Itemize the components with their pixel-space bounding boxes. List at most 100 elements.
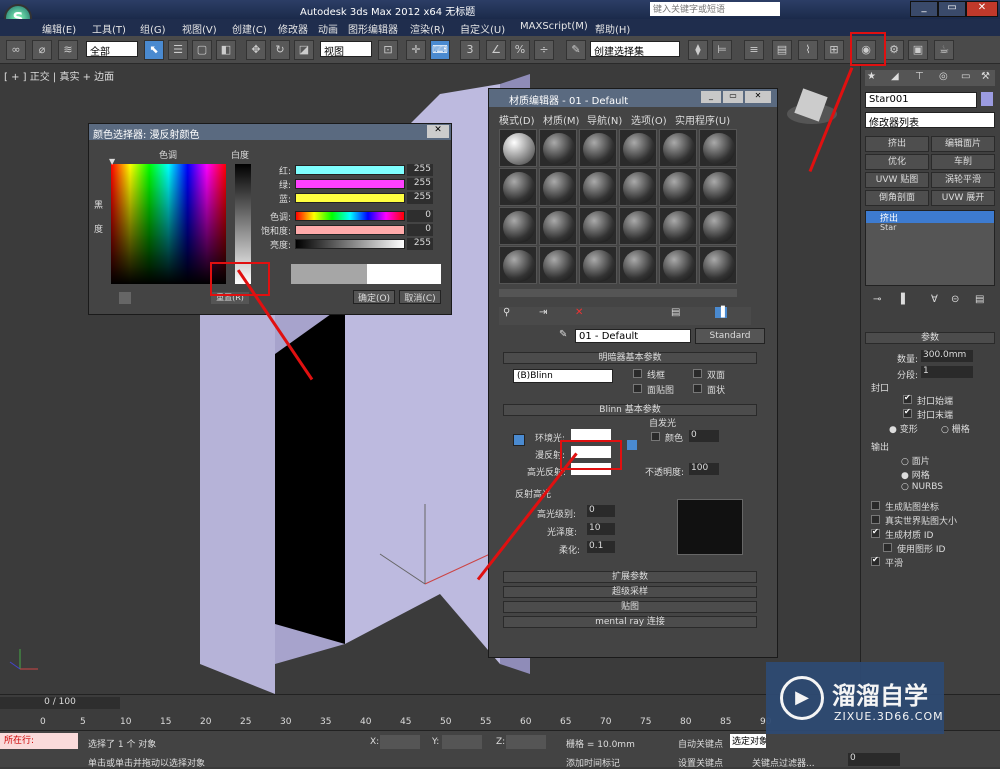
show-end-result-icon[interactable]: ▌ bbox=[901, 294, 909, 305]
output-patch-radio[interactable]: ○ 面片 bbox=[901, 454, 930, 467]
motion-tab-icon[interactable]: ◎ bbox=[939, 71, 948, 82]
modifier-edit-patch-button[interactable]: 编辑面片 bbox=[931, 136, 995, 152]
modifier-lathe-button[interactable]: 车削 bbox=[931, 154, 995, 170]
object-color-swatch[interactable] bbox=[981, 92, 993, 106]
select-manipulate-icon[interactable]: ✛ bbox=[406, 40, 426, 60]
set-key-label[interactable]: 设置关键点 bbox=[678, 756, 723, 769]
spinner-snap-icon[interactable]: ÷ bbox=[534, 40, 554, 60]
menu-edit[interactable]: 编辑(E) bbox=[42, 21, 76, 36]
menu-animation[interactable]: 动画 bbox=[318, 21, 338, 36]
material-sample-slot[interactable] bbox=[699, 207, 737, 245]
menu-rendering[interactable]: 渲染(R) bbox=[410, 21, 445, 36]
blinn-rollout-header[interactable]: Blinn 基本参数 bbox=[503, 404, 757, 416]
use-shape-id-checkbox[interactable] bbox=[883, 543, 892, 552]
display-tab-icon[interactable]: ▭ bbox=[961, 71, 970, 82]
menu-views[interactable]: 视图(V) bbox=[182, 21, 217, 36]
make-unique-icon[interactable]: ∀ bbox=[931, 294, 938, 305]
material-sample-slot[interactable] bbox=[659, 168, 697, 206]
material-sample-slot[interactable] bbox=[539, 168, 577, 206]
modify-tab-icon[interactable]: ◢ bbox=[891, 71, 899, 82]
rollout-mental-ray[interactable]: mental ray 连接 bbox=[503, 616, 757, 628]
modifier-extrude-button[interactable]: 挤出 bbox=[865, 136, 929, 152]
material-sample-slot[interactable] bbox=[619, 246, 657, 284]
menu-group[interactable]: 组(G) bbox=[140, 21, 166, 36]
material-sample-slot[interactable] bbox=[619, 129, 657, 167]
hierarchy-tab-icon[interactable]: ⊤ bbox=[915, 71, 924, 82]
viewport-label[interactable]: [ + ] 正交 | 真实 + 边面 bbox=[4, 68, 114, 83]
real-world-checkbox[interactable] bbox=[871, 515, 880, 524]
hue-marker-icon[interactable]: ▼ bbox=[109, 157, 115, 166]
segments-spinner[interactable]: 1 bbox=[921, 366, 973, 378]
color-dialog-close-button[interactable]: ✕ bbox=[427, 125, 449, 138]
material-sample-slot[interactable] bbox=[499, 246, 537, 284]
menu-graph-editors[interactable]: 图形编辑器 bbox=[348, 21, 398, 36]
cancel-button[interactable]: 取消(C) bbox=[399, 290, 441, 304]
material-sample-slot[interactable] bbox=[579, 168, 617, 206]
curve-editor-icon[interactable]: ⌇ bbox=[798, 40, 818, 60]
search-input[interactable]: 键入关键字或短语 bbox=[650, 2, 780, 16]
me-menu-options[interactable]: 选项(O) bbox=[631, 112, 667, 127]
show-end-result-icon[interactable]: ▐ bbox=[715, 307, 727, 318]
me-menu-material[interactable]: 材质(M) bbox=[543, 112, 579, 127]
select-by-name-icon[interactable]: ☰ bbox=[168, 40, 188, 60]
me-menu-utilities[interactable]: 实用程序(U) bbox=[675, 112, 730, 127]
graphite-tools-icon[interactable]: ▤ bbox=[772, 40, 792, 60]
utilities-tab-icon[interactable]: ⚒ bbox=[981, 71, 990, 82]
hue-value[interactable]: 0 bbox=[407, 210, 433, 222]
wire-checkbox[interactable] bbox=[633, 369, 642, 378]
snaps-toggle-icon[interactable]: 3 bbox=[460, 40, 480, 60]
diffuse-map-button[interactable] bbox=[627, 440, 637, 450]
rendered-frame-icon[interactable]: ▣ bbox=[908, 40, 928, 60]
object-name-field[interactable]: Star001 bbox=[865, 92, 977, 108]
bind-space-warp-icon[interactable]: ≋ bbox=[58, 40, 78, 60]
menu-customize[interactable]: 自定义(U) bbox=[460, 21, 505, 36]
material-sample-slot[interactable] bbox=[499, 207, 537, 245]
modifier-bevel-profile-button[interactable]: 倒角剖面 bbox=[865, 190, 929, 206]
configure-sets-icon[interactable]: ▤ bbox=[975, 294, 984, 305]
output-mesh-radio[interactable]: ● 网格 bbox=[901, 468, 930, 481]
slots-scrollbar[interactable] bbox=[499, 289, 737, 297]
stack-item-star[interactable]: Star bbox=[866, 223, 994, 235]
material-editor-maximize-button[interactable]: ▭ bbox=[723, 91, 743, 103]
material-sample-slot[interactable] bbox=[699, 246, 737, 284]
amount-spinner[interactable]: 300.0mm bbox=[921, 350, 973, 362]
close-button[interactable]: ✕ bbox=[966, 1, 998, 17]
maxscript-listener[interactable]: 所在行: bbox=[0, 733, 78, 749]
red-value[interactable]: 255 bbox=[407, 164, 433, 176]
self-illum-color-checkbox[interactable] bbox=[651, 432, 660, 441]
hue-slider[interactable] bbox=[295, 211, 405, 221]
schematic-view-icon[interactable]: ⊞ bbox=[824, 40, 844, 60]
y-coord-field[interactable] bbox=[442, 735, 482, 749]
named-selection-dropdown[interactable]: 创建选择集 bbox=[590, 41, 680, 57]
self-illum-spinner[interactable]: 0 bbox=[689, 430, 719, 442]
pick-material-icon[interactable]: ✎ bbox=[559, 329, 571, 341]
me-menu-navigation[interactable]: 导航(N) bbox=[587, 112, 622, 127]
key-mode-dropdown[interactable]: 选定对象 bbox=[730, 734, 766, 748]
create-tab-icon[interactable]: ★ bbox=[867, 71, 876, 82]
pin-stack-icon[interactable]: ⊸ bbox=[873, 294, 881, 305]
material-sample-slot[interactable] bbox=[539, 246, 577, 284]
show-map-icon[interactable]: ▤ bbox=[671, 307, 680, 318]
material-sample-slot[interactable] bbox=[539, 207, 577, 245]
key-filters-button[interactable]: 关键点过滤器... bbox=[752, 756, 815, 769]
saturation-slider[interactable] bbox=[295, 225, 405, 235]
blue-value[interactable]: 255 bbox=[407, 192, 433, 204]
rollout-supersampling[interactable]: 超级采样 bbox=[503, 586, 757, 598]
material-sample-slot[interactable] bbox=[699, 168, 737, 206]
material-sample-slot[interactable] bbox=[499, 168, 537, 206]
shader-type-dropdown[interactable]: (B)Blinn bbox=[513, 369, 613, 383]
saturation-value[interactable]: 0 bbox=[407, 224, 433, 236]
red-slider[interactable] bbox=[295, 165, 405, 175]
material-sample-slot[interactable] bbox=[579, 129, 617, 167]
material-sample-slot[interactable] bbox=[579, 246, 617, 284]
menu-maxscript[interactable]: MAXScript(M) bbox=[520, 21, 588, 32]
material-type-button[interactable]: Standard bbox=[695, 328, 765, 344]
material-sample-slot[interactable] bbox=[499, 129, 537, 167]
grid-radio[interactable]: ○ 栅格 bbox=[941, 422, 970, 435]
rotate-icon[interactable]: ↻ bbox=[270, 40, 290, 60]
material-name-field[interactable]: 01 - Default bbox=[575, 329, 691, 343]
menu-create[interactable]: 创建(C) bbox=[232, 21, 267, 36]
mirror-icon[interactable]: ⧫ bbox=[688, 40, 708, 60]
material-sample-slot[interactable] bbox=[699, 129, 737, 167]
morph-radio[interactable]: ● 变形 bbox=[889, 422, 918, 435]
